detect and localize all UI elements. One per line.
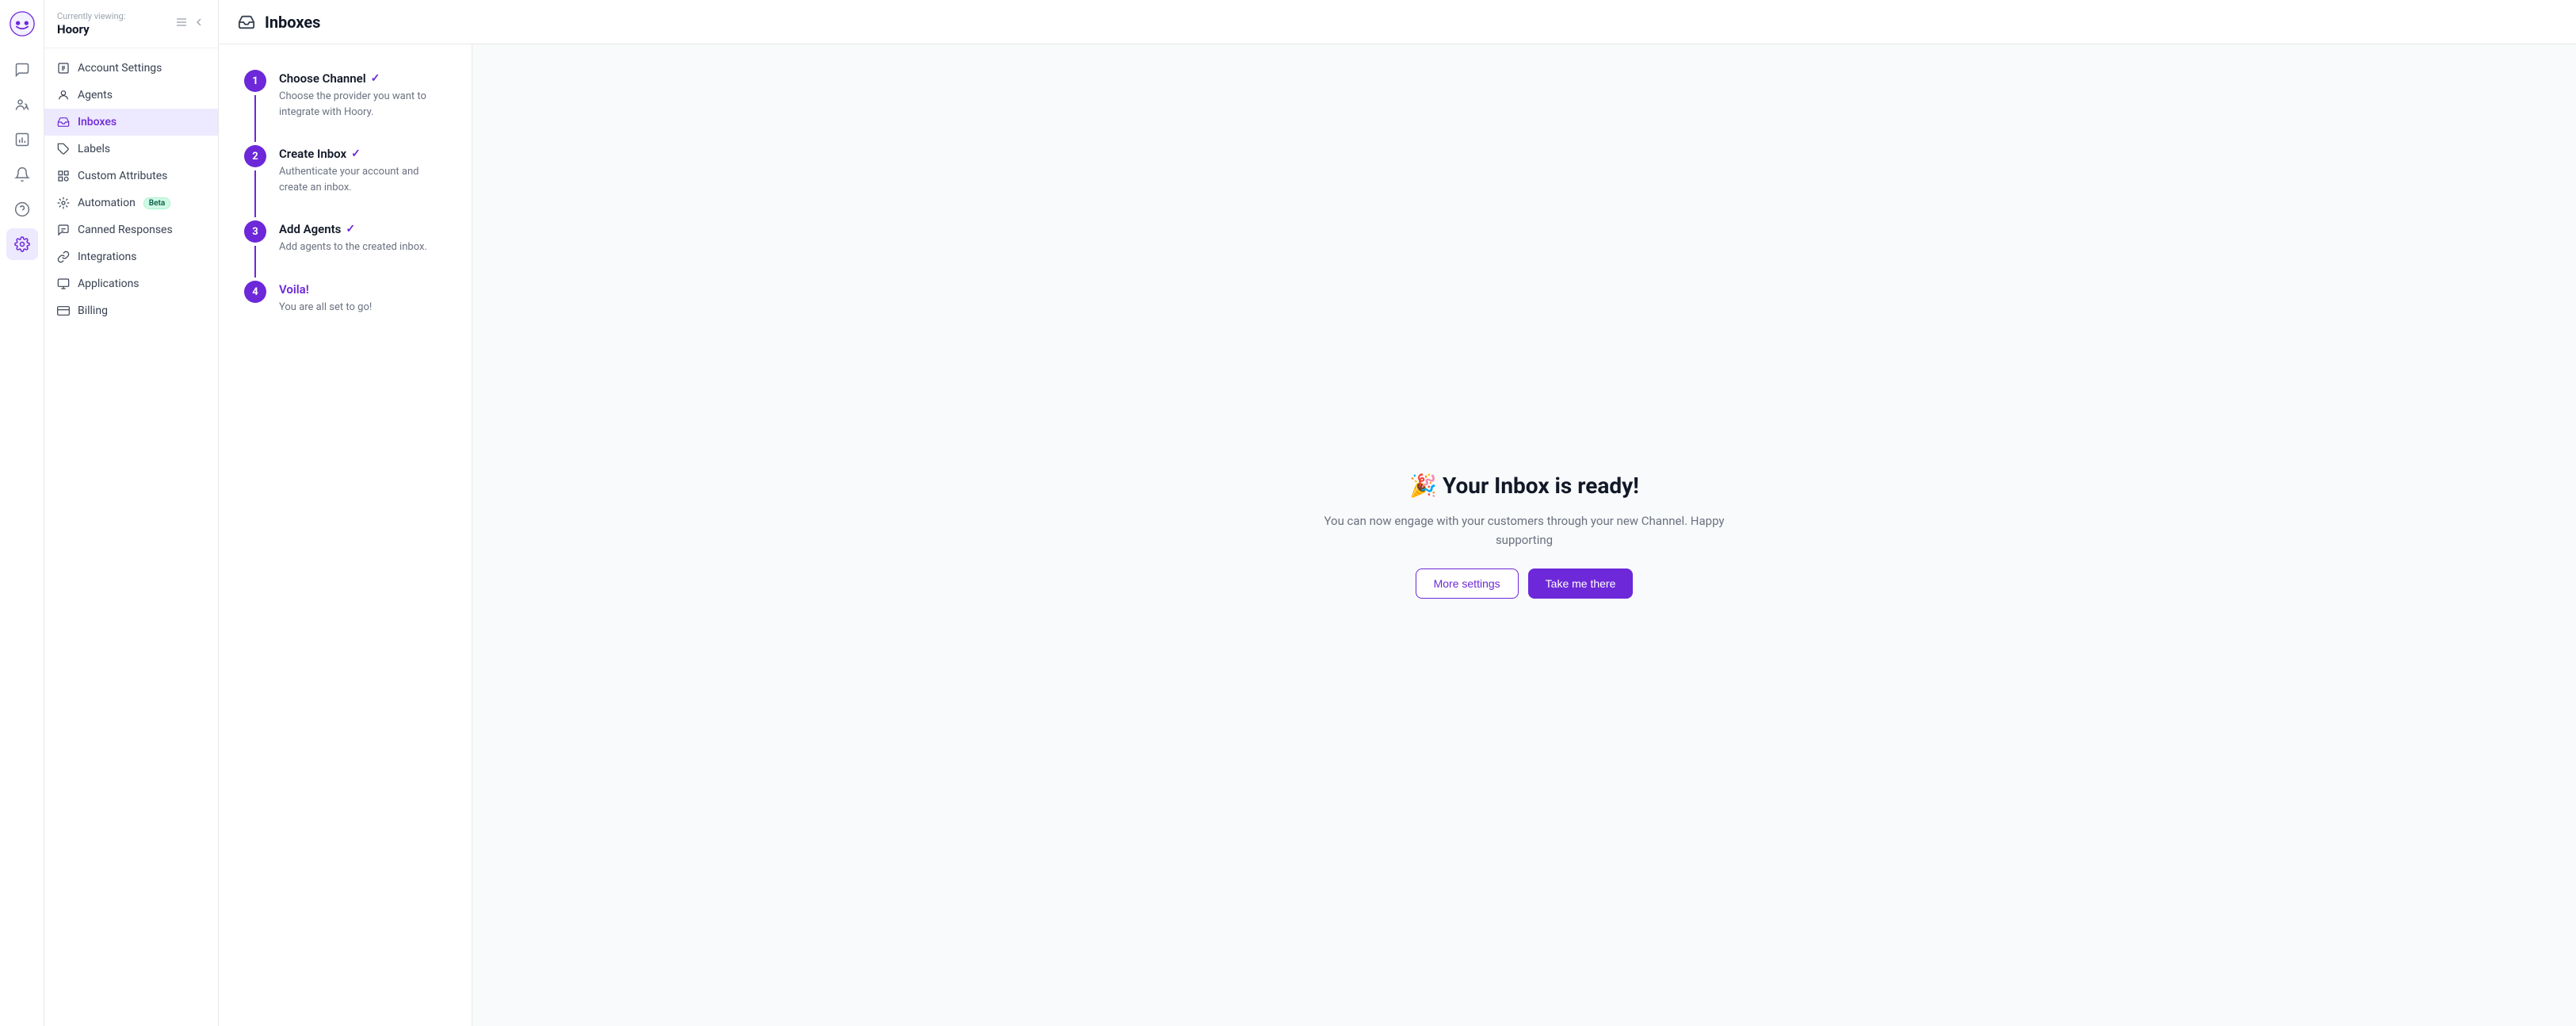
- applications-icon: [57, 278, 70, 290]
- step-4-desc: You are all set to go!: [279, 300, 372, 316]
- custom-attributes-icon: [57, 170, 70, 182]
- labels-icon: [57, 143, 70, 155]
- step-3-number: 3: [244, 220, 266, 243]
- take-me-there-button[interactable]: Take me there: [1528, 569, 1634, 599]
- currently-viewing-label: Currently viewing:: [57, 11, 125, 22]
- success-emoji: 🎉: [1409, 473, 1437, 499]
- page-title: Inboxes: [265, 13, 320, 32]
- sidebar-item-custom-attributes[interactable]: Custom Attributes: [44, 163, 218, 190]
- steps-panel: 1 Choose Channel ✓ Choose the provider y…: [219, 44, 472, 1026]
- more-settings-button[interactable]: More settings: [1416, 569, 1519, 599]
- sidebar-item-automation[interactable]: Automation Beta: [44, 190, 218, 216]
- step-3: 3 Add Agents ✓ Add agents to the created…: [244, 220, 446, 281]
- canned-responses-icon: [57, 224, 70, 236]
- sidebar-item-inboxes[interactable]: Inboxes: [44, 109, 218, 136]
- success-panel: 🎉 Your Inbox is ready! You can now engag…: [472, 44, 2576, 1026]
- account-settings-icon: [57, 62, 70, 75]
- step-1-title: Choose Channel ✓: [279, 71, 446, 86]
- step-4-number: 4: [244, 281, 266, 303]
- success-title: 🎉 Your Inbox is ready!: [1409, 473, 1639, 499]
- step-3-desc: Add agents to the created inbox.: [279, 239, 427, 255]
- inboxes-header-icon: [238, 13, 255, 31]
- step-3-title: Add Agents ✓: [279, 222, 427, 236]
- step-1-desc: Choose the provider you want to integrat…: [279, 89, 446, 120]
- sidebar-item-canned-responses[interactable]: Canned Responses: [44, 216, 218, 243]
- sidebar-menu: Account Settings Agents Inboxes Labels C…: [44, 48, 218, 1026]
- app-logo: [8, 10, 36, 38]
- sidebar: Currently viewing: Hoory Account Setting…: [44, 0, 219, 1026]
- automation-icon: [57, 197, 70, 209]
- step-3-line: [254, 246, 256, 278]
- step-1-number: 1: [244, 70, 266, 92]
- success-actions: More settings Take me there: [1416, 569, 1634, 599]
- nav-settings-icon[interactable]: [6, 228, 38, 260]
- billing-icon: [57, 304, 70, 317]
- main-header: Inboxes: [219, 0, 2576, 44]
- sidebar-item-applications[interactable]: Applications: [44, 270, 218, 297]
- menu-icon[interactable]: [175, 16, 188, 32]
- step-1-line: [254, 95, 256, 142]
- nav-help-icon[interactable]: [6, 193, 38, 225]
- step-2-desc: Authenticate your account and create an …: [279, 164, 446, 195]
- step-1-check: ✓: [371, 72, 380, 85]
- sidebar-item-account-settings[interactable]: Account Settings: [44, 55, 218, 82]
- sidebar-item-billing[interactable]: Billing: [44, 297, 218, 324]
- sidebar-item-labels[interactable]: Labels: [44, 136, 218, 163]
- step-2-number: 2: [244, 145, 266, 167]
- org-name: Hoory: [57, 22, 125, 36]
- step-4: 4 Voila! You are all set to go!: [244, 281, 446, 341]
- agents-icon: [57, 89, 70, 101]
- step-1: 1 Choose Channel ✓ Choose the provider y…: [244, 70, 446, 145]
- integrations-icon: [57, 251, 70, 263]
- sidebar-item-agents[interactable]: Agents: [44, 82, 218, 109]
- success-subtitle: You can now engage with your customers t…: [1318, 511, 1730, 549]
- inboxes-icon: [57, 116, 70, 128]
- step-2-title: Create Inbox ✓: [279, 147, 446, 161]
- sidebar-header: Currently viewing: Hoory: [44, 0, 218, 48]
- back-icon[interactable]: [193, 16, 205, 32]
- step-2-line: [254, 170, 256, 217]
- beta-badge: Beta: [143, 197, 170, 209]
- main-content: 1 Choose Channel ✓ Choose the provider y…: [219, 44, 2576, 1026]
- step-2-check: ✓: [351, 147, 361, 160]
- icon-nav: [0, 0, 44, 1026]
- sidebar-item-integrations[interactable]: Integrations: [44, 243, 218, 270]
- nav-conversations-icon[interactable]: [6, 54, 38, 86]
- nav-reports-icon[interactable]: [6, 124, 38, 155]
- success-title-text: Your Inbox is ready!: [1443, 473, 1639, 499]
- step-4-title: Voila!: [279, 282, 372, 297]
- main-area: Inboxes 1 Choose Channel ✓ Choose the pr…: [219, 0, 2576, 1026]
- step-2: 2 Create Inbox ✓ Authenticate your accou…: [244, 145, 446, 220]
- step-3-check: ✓: [346, 223, 355, 235]
- nav-contacts-icon[interactable]: [6, 89, 38, 121]
- nav-notifications-icon[interactable]: [6, 159, 38, 190]
